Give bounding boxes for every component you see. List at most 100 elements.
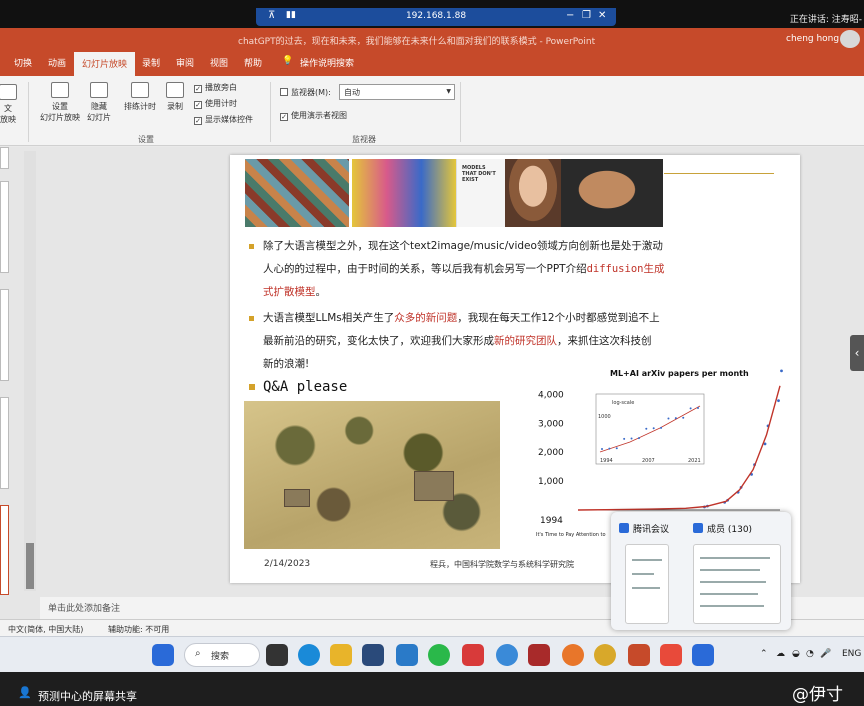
inset-point xyxy=(615,447,618,450)
tab-review[interactable]: 审阅 xyxy=(176,56,194,69)
y-tick-label: 4,000 xyxy=(538,390,564,400)
slide-thumbnail[interactable] xyxy=(0,147,9,169)
bullet2-line2-end: ，来抓住这次科技创 xyxy=(557,335,652,347)
check-icon: ✓ xyxy=(194,117,202,125)
network-icon[interactable]: ◒ xyxy=(792,649,800,659)
restore-icon[interactable]: ❐ xyxy=(582,10,591,21)
search-box[interactable]: ⌕ 搜索 xyxy=(184,643,260,667)
monitor-label-text: 监视器(M): xyxy=(291,88,331,97)
close-icon[interactable]: ✕ xyxy=(598,10,606,21)
tencent-meeting-icon xyxy=(619,523,629,533)
inset-xtick: 2007 xyxy=(642,458,655,464)
bullet1-end: 。 xyxy=(315,286,327,298)
app-icon[interactable] xyxy=(462,644,484,666)
chevron-up-icon[interactable]: ⌃ xyxy=(760,649,768,659)
tab-slideshow[interactable]: 幻灯片放映 xyxy=(74,52,136,76)
tab-view[interactable]: 视图 xyxy=(210,56,228,69)
tell-me-search[interactable]: 操作说明搜索 xyxy=(300,56,354,69)
preview-line xyxy=(700,581,766,583)
file-explorer-icon[interactable] xyxy=(330,644,352,666)
inset-point xyxy=(637,437,640,440)
language-status[interactable]: 中文(简体, 中国大陆) xyxy=(8,624,83,635)
thumbnail-scrollbar[interactable] xyxy=(24,151,36,591)
inset-point xyxy=(608,447,611,450)
chevron-left-icon[interactable]: ‹ xyxy=(850,335,864,371)
app-icon[interactable] xyxy=(562,644,584,666)
preview-thumbnail-members[interactable] xyxy=(693,544,781,624)
app-icon[interactable] xyxy=(528,644,550,666)
accessibility-status[interactable]: 辅助功能: 不可用 xyxy=(108,624,169,635)
user-name[interactable]: cheng hong xyxy=(786,34,839,44)
slideshow-icon xyxy=(0,84,17,100)
timings-checkbox[interactable]: ✓ 使用计时 xyxy=(194,98,237,109)
task-view-icon[interactable] xyxy=(266,644,288,666)
monitor-dropdown[interactable]: 自动 ▼ xyxy=(339,84,455,100)
custom-slideshow-label-2: 放映 xyxy=(0,115,16,124)
app-icon[interactable] xyxy=(496,644,518,666)
painting-detail xyxy=(284,489,310,507)
preview-line xyxy=(632,573,654,575)
connection-bar[interactable]: ⊼ ▮▮ 192.168.1.88 − ❐ ✕ xyxy=(256,8,616,26)
screen-share-label[interactable]: 预测中心的屏幕共享 xyxy=(38,688,137,704)
inset-point xyxy=(660,426,663,429)
presenter-view-checkbox[interactable]: ✓ 使用演示者视图 xyxy=(280,110,347,121)
inset-chart: log-scale 1000 1994 2007 2021 xyxy=(595,393,705,465)
cloud-icon[interactable]: ☁ xyxy=(776,649,785,659)
bullet1-highlight-2: 式扩散模型 xyxy=(263,286,316,298)
preview-title-meeting[interactable]: 腾讯会议 xyxy=(619,522,669,535)
preview-title-members[interactable]: 成员 (130) xyxy=(693,522,752,535)
setup-label: 设置 幻灯片放映 xyxy=(40,102,80,122)
tab-help[interactable]: 帮助 xyxy=(244,56,262,69)
inset-point xyxy=(601,448,603,450)
image-caption: MODELS THAT DON'T EXIST xyxy=(462,165,496,183)
scatter-point xyxy=(777,399,780,403)
tencent-meeting-icon[interactable] xyxy=(692,644,714,666)
pdf-icon[interactable] xyxy=(660,644,682,666)
setup-slideshow-button[interactable]: 设置 幻灯片放映 xyxy=(36,82,84,123)
custom-slideshow-button[interactable]: 文 放映 xyxy=(0,84,20,125)
chrome-icon[interactable] xyxy=(594,644,616,666)
edge-icon[interactable] xyxy=(298,644,320,666)
slide-date: 2/14/2023 xyxy=(264,559,311,569)
group-label-monitors: 监视器 xyxy=(352,135,376,144)
x-tick-label: 1994 xyxy=(540,516,563,526)
divider xyxy=(28,82,29,142)
start-icon[interactable] xyxy=(152,644,174,666)
y-tick-label: 2,000 xyxy=(538,448,564,458)
scrollbar-thumb[interactable] xyxy=(26,543,34,589)
app-icon[interactable] xyxy=(362,644,384,666)
slide-thumbnail[interactable] xyxy=(0,289,9,381)
connection-address: 192.168.1.88 xyxy=(405,11,467,21)
taskbar-preview-popup: 腾讯会议 成员 (130) xyxy=(611,512,791,630)
narration-checkbox[interactable]: ✓ 播放旁白 xyxy=(194,82,237,93)
check-icon: ✓ xyxy=(194,85,202,93)
powerpoint-titlebar: chatGPT的过去，现在和未来，我们能够在未来什么和面对我们的联系模式 - P… xyxy=(0,28,864,50)
chevron-down-icon: ▼ xyxy=(446,88,451,95)
slide-thumbnail[interactable] xyxy=(0,181,9,273)
powerpoint-icon[interactable] xyxy=(628,644,650,666)
store-icon[interactable] xyxy=(396,644,418,666)
input-language[interactable]: ENG xyxy=(842,649,861,659)
slide-thumbnail-selected[interactable] xyxy=(0,505,9,595)
avatar[interactable] xyxy=(840,30,860,48)
tab-animations[interactable]: 动画 xyxy=(48,56,66,69)
microphone-icon[interactable]: 🎤 xyxy=(820,649,831,659)
minimize-icon[interactable]: − xyxy=(566,10,574,21)
media-controls-checkbox[interactable]: ✓ 显示媒体控件 xyxy=(194,114,253,125)
record-button[interactable]: 录制 xyxy=(162,82,188,112)
volume-icon[interactable]: ◔ xyxy=(806,649,814,659)
check-icon: ✓ xyxy=(194,101,202,109)
preview-line xyxy=(632,559,662,561)
preview-thumbnail-meeting[interactable] xyxy=(625,544,669,624)
preview-line xyxy=(700,569,760,571)
ai-portrait-image xyxy=(352,159,456,227)
inset-point xyxy=(674,417,677,420)
lightbulb-icon: 💡 xyxy=(282,56,294,66)
slide-footer-org: 程兵，中国科学院数学与系统科学研究院 xyxy=(430,560,574,569)
hide-slide-button[interactable]: 隐藏 幻灯片 xyxy=(84,82,114,123)
tab-record[interactable]: 录制 xyxy=(142,56,160,69)
tab-transitions[interactable]: 切换 xyxy=(14,56,32,69)
slide-thumbnail[interactable] xyxy=(0,397,9,489)
rehearse-timings-button[interactable]: 排练计时 xyxy=(120,82,160,112)
wechat-icon[interactable] xyxy=(428,644,450,666)
